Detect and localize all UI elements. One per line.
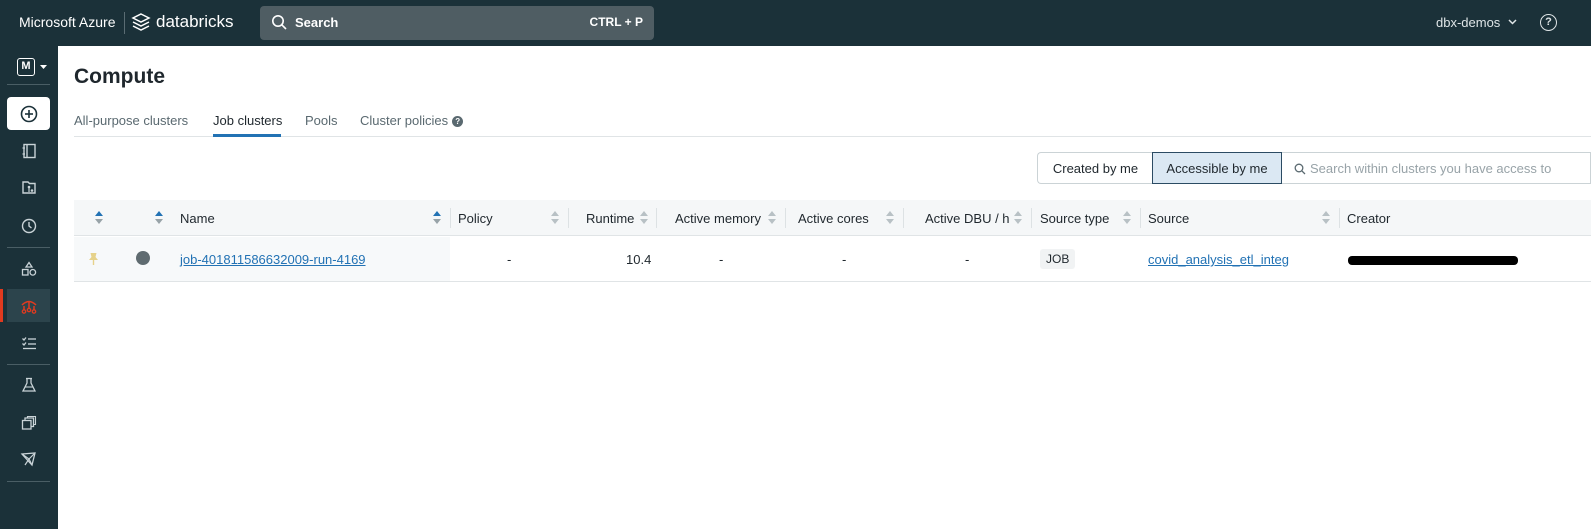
page-title: Compute — [74, 65, 165, 88]
cluster-policy: - — [507, 252, 512, 267]
tab-job-clusters[interactable]: Job clusters — [213, 113, 282, 128]
search-icon — [272, 15, 287, 30]
source-link[interactable]: covid_analysis_etl_integ — [1148, 252, 1289, 267]
sidebar-item-new[interactable] — [7, 97, 50, 130]
cluster-active-dbu: - — [965, 252, 970, 267]
tab-cluster-policies-label: Cluster policies — [360, 113, 449, 128]
cluster-name-link[interactable]: job-401811586632009-run-4169 — [180, 252, 366, 267]
databricks-logo-icon — [131, 13, 151, 31]
cluster-runtime: 10.4 — [626, 252, 652, 267]
sidebar-item-recents[interactable] — [7, 209, 50, 242]
nav-divider — [7, 84, 50, 85]
column-header-name[interactable]: Name — [180, 200, 215, 236]
nav-divider — [7, 247, 50, 248]
creator-redacted — [1348, 256, 1518, 265]
tab-all-purpose-clusters[interactable]: All-purpose clusters — [74, 113, 188, 128]
accessible-by-me-button[interactable]: Accessible by me — [1152, 152, 1282, 184]
plus-circle-icon — [20, 105, 37, 122]
column-header-active-memory[interactable]: Active memory — [675, 200, 761, 236]
name-sort-icon[interactable] — [433, 211, 441, 224]
column-separator — [450, 208, 451, 228]
column-separator — [656, 208, 657, 228]
notebook-icon — [22, 143, 36, 158]
active-nav-indicator — [0, 289, 3, 322]
column-header-active-cores[interactable]: Active cores — [798, 200, 869, 236]
column-separator — [1339, 208, 1340, 228]
repo-icon — [21, 180, 36, 194]
question-icon[interactable]: ? — [452, 116, 464, 127]
column-header-policy[interactable]: Policy — [458, 200, 493, 236]
cluster-status-icon — [136, 251, 150, 265]
top-bar: Microsoft Azure databricks Search CTRL +… — [0, 0, 1591, 46]
runtime-sort-icon[interactable] — [640, 211, 648, 224]
search-label: Search — [295, 15, 339, 30]
cluster-active-cores: - — [842, 252, 847, 267]
sidebar-item-feature-store[interactable] — [7, 406, 50, 439]
status-sort-icon[interactable] — [155, 211, 163, 224]
tab-cluster-policies[interactable]: Cluster policies? — [360, 113, 464, 128]
column-header-creator[interactable]: Creator — [1347, 200, 1390, 236]
cluster-active-memory: - — [719, 252, 724, 267]
dbu-sort-icon[interactable] — [1014, 211, 1022, 224]
policy-sort-icon[interactable] — [551, 211, 559, 224]
active-tab-indicator — [213, 134, 281, 137]
column-separator — [1140, 208, 1141, 228]
column-separator — [785, 208, 786, 228]
sidebar-item-repos[interactable] — [7, 171, 50, 204]
shapes-icon — [21, 260, 36, 276]
column-header-source[interactable]: Source — [1148, 200, 1189, 236]
search-icon — [1294, 163, 1306, 175]
layers-icon — [21, 415, 36, 430]
source-type-sort-icon[interactable] — [1123, 211, 1131, 224]
tab-pools[interactable]: Pools — [305, 113, 338, 128]
tabs-divider — [74, 136, 1591, 137]
column-separator — [903, 208, 904, 228]
search-shortcut: CTRL + P — [589, 15, 643, 29]
source-sort-icon[interactable] — [1322, 211, 1330, 224]
databricks-wordmark: databricks — [156, 12, 234, 31]
flask-icon — [21, 377, 36, 392]
column-header-active-dbu[interactable]: Active DBU / h — [925, 200, 1010, 236]
sidebar-item-compute[interactable] — [7, 289, 50, 322]
azure-brand: Microsoft Azure — [19, 14, 116, 30]
models-icon — [20, 452, 36, 467]
chevron-down-icon[interactable] — [1508, 17, 1517, 26]
compute-icon — [20, 300, 37, 314]
sidebar-item-experiments[interactable] — [7, 368, 50, 401]
sidebar-item-data[interactable] — [7, 252, 50, 285]
column-separator — [568, 208, 569, 228]
memory-sort-icon[interactable] — [768, 211, 776, 224]
column-header-source-type[interactable]: Source type — [1040, 200, 1109, 236]
persona-chevron-icon[interactable] — [39, 64, 48, 71]
created-by-me-button[interactable]: Created by me — [1037, 152, 1153, 184]
pin-sort-icon[interactable] — [95, 211, 103, 224]
sidebar-item-workflows[interactable] — [7, 326, 50, 359]
cluster-search — [1282, 152, 1591, 184]
column-header-runtime[interactable]: Runtime — [586, 200, 634, 236]
help-icon[interactable]: ? — [1540, 14, 1557, 31]
column-separator — [1031, 208, 1032, 228]
global-search[interactable]: Search CTRL + P — [260, 6, 654, 40]
source-type-badge: JOB — [1040, 249, 1076, 269]
tasks-icon — [21, 336, 36, 349]
persona-switcher-icon[interactable]: M — [17, 58, 35, 76]
nav-divider — [7, 481, 50, 482]
pin-icon[interactable] — [88, 252, 99, 266]
sidebar-item-models[interactable] — [7, 443, 50, 476]
cluster-search-input[interactable] — [1310, 153, 1590, 183]
sidebar-item-workspace[interactable] — [7, 134, 50, 167]
workspace-switcher[interactable]: dbx-demos — [1436, 15, 1500, 30]
nav-divider — [7, 364, 50, 365]
cores-sort-icon[interactable] — [886, 211, 894, 224]
brand-divider — [124, 12, 125, 34]
clock-icon — [21, 218, 36, 233]
